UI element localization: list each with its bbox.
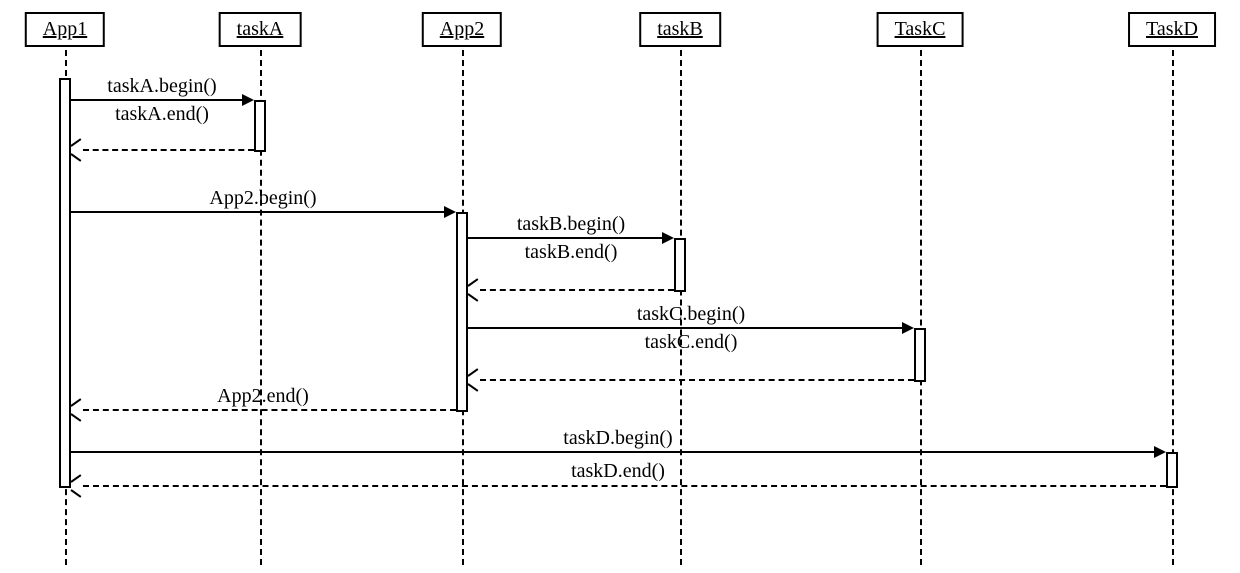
participant-app1: App1 [25,12,105,47]
participant-taskD: TaskD [1128,12,1216,47]
participant-label: TaskD [1146,18,1198,40]
activation-app1 [59,78,71,488]
participant-taskB: taskB [639,12,721,47]
msg-label: App2.end() [217,385,309,410]
msg-label: taskC.end() [645,331,738,356]
lifeline-taskC [920,50,922,565]
msg-label: taskB.begin() [517,213,625,238]
activation-app2 [456,212,468,412]
participant-app2: App2 [422,12,502,47]
msg-label: taskD.end() [571,458,665,483]
msg-label: taskC.begin() [637,303,745,328]
participant-label: TaskC [895,18,946,40]
msg-label: taskD.begin() [563,427,672,452]
msg-label: App2.begin() [209,187,316,212]
sequence-diagram: App1 taskA App2 taskB TaskC TaskD taskA.… [0,0,1240,573]
participant-label: App2 [440,18,484,40]
participant-label: App1 [43,18,87,40]
msg-label: taskA.begin() [107,75,216,100]
activation-taskD [1166,452,1178,488]
participant-taskA: taskA [219,12,302,47]
participant-taskC: TaskC [877,12,964,47]
participant-label: taskB [657,18,703,40]
msg-label: taskA.end() [115,103,209,128]
activation-taskB [674,238,686,292]
activation-taskA [254,100,266,152]
participant-label: taskA [237,18,284,40]
msg-label: taskB.end() [525,241,618,266]
activation-taskC [914,328,926,382]
